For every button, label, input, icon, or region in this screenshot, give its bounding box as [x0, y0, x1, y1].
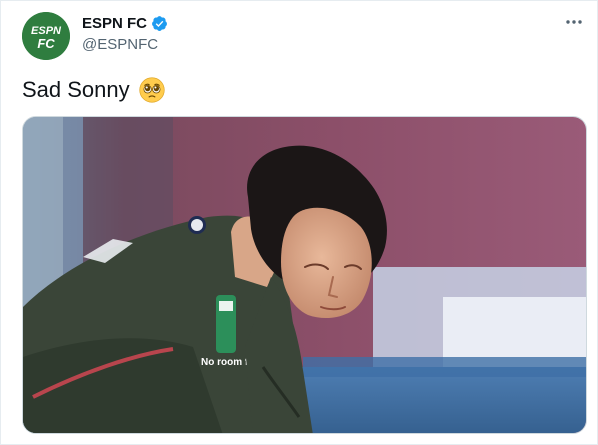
tweet-text: Sad Sonny	[22, 77, 130, 102]
author-handle[interactable]: @ESPNFC	[82, 36, 158, 53]
verified-badge-icon	[152, 16, 167, 31]
tweet-card: ESPN FC ESPN FC @ESPNFC Sad Sonny No roo…	[0, 0, 598, 445]
espn-fc-logo-icon: ESPN FC	[22, 12, 70, 60]
pleading-face-emoji-icon	[139, 77, 165, 103]
more-dots-icon	[566, 20, 582, 24]
more-options-button[interactable]	[563, 13, 585, 31]
tweet-media-photo[interactable]: No room for racism	[22, 116, 587, 434]
avatar[interactable]: ESPN FC	[22, 12, 70, 60]
tweet-text-row: Sad Sonny	[22, 77, 165, 103]
avatar-text-bottom: FC	[37, 36, 55, 51]
footballer-photo: No room for racism	[23, 117, 586, 433]
author-name-row: ESPN FC	[82, 15, 168, 32]
display-name[interactable]: ESPN FC	[82, 15, 147, 32]
